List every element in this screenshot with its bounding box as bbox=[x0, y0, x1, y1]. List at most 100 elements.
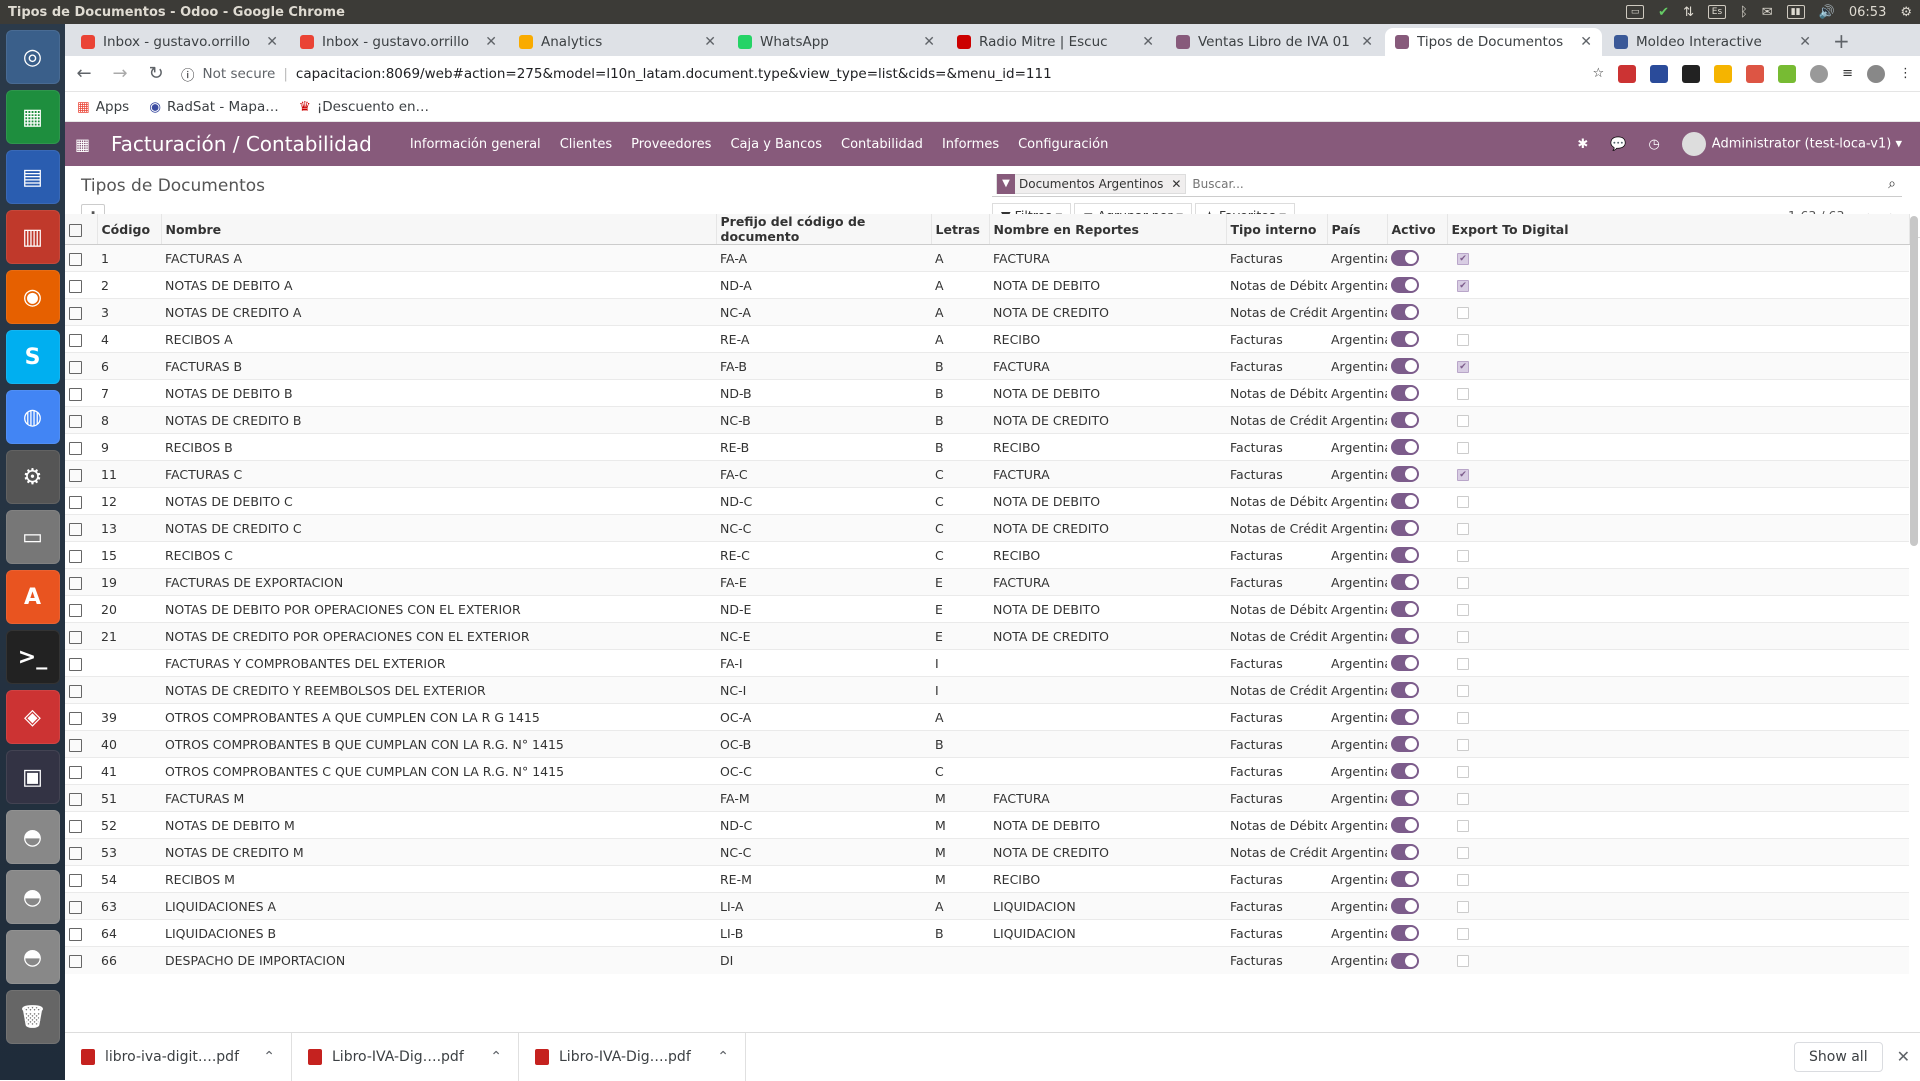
column-header[interactable]: País bbox=[1327, 214, 1388, 245]
menu-item-caja-y-bancos[interactable]: Caja y Bancos bbox=[730, 137, 822, 152]
active-toggle[interactable] bbox=[1391, 628, 1419, 645]
active-toggle[interactable] bbox=[1391, 763, 1419, 780]
row-checkbox[interactable] bbox=[69, 711, 82, 725]
row-select-cell[interactable] bbox=[65, 784, 97, 812]
table-row[interactable]: 39 OTROS COMPROBANTES A QUE CUMPLEN CON L… bbox=[65, 703, 1909, 731]
download-item[interactable]: Libro-IVA-Dig….pdf ⌃ bbox=[292, 1032, 519, 1081]
row-checkbox[interactable] bbox=[69, 873, 82, 887]
row-checkbox[interactable] bbox=[69, 954, 82, 968]
tab-close-icon[interactable]: ✕ bbox=[923, 34, 935, 50]
table-row[interactable]: 6 FACTURAS B FA-B B FACTURA Facturas Argentina… bbox=[65, 352, 1909, 380]
profile-avatar[interactable] bbox=[1867, 64, 1885, 83]
launcher-disk-icon[interactable]: ◓ bbox=[5, 870, 60, 924]
table-row[interactable]: 9 RECIBOS B RE-B B RECIBO Facturas Argentina bbox=[65, 433, 1909, 461]
table-row[interactable]: 3 NOTAS DE CREDITO A NC-A A NOTA DE CREDITO N… bbox=[65, 298, 1909, 326]
chevron-up-icon[interactable]: ⌃ bbox=[717, 1049, 729, 1065]
export-to-digital-checkbox[interactable] bbox=[1457, 712, 1469, 724]
select-all-checkbox-cell[interactable] bbox=[65, 214, 98, 245]
keyboard-layout-indicator[interactable]: Es bbox=[1707, 5, 1726, 19]
export-to-digital-checkbox[interactable] bbox=[1457, 550, 1469, 562]
table-row[interactable]: 21 NOTAS DE CREDITO POR OPERACIONES CON E… bbox=[65, 622, 1909, 650]
active-toggle[interactable] bbox=[1391, 574, 1419, 591]
launcher-chrome-icon[interactable]: ◍ bbox=[5, 390, 60, 444]
extension-icon[interactable] bbox=[1778, 64, 1797, 83]
tab-close-icon[interactable]: ✕ bbox=[266, 34, 278, 50]
export-to-digital-checkbox[interactable] bbox=[1457, 415, 1469, 427]
row-checkbox[interactable] bbox=[69, 927, 82, 941]
browser-tab[interactable]: Moldeo Interactive ✕ bbox=[1604, 28, 1821, 56]
launcher-dash-icon[interactable]: ◎ bbox=[5, 30, 60, 84]
launcher-trash-icon[interactable]: 🗑 bbox=[5, 990, 60, 1044]
export-to-digital-checkbox[interactable] bbox=[1457, 928, 1469, 940]
table-row[interactable]: 8 NOTAS DE CREDITO B NC-B B NOTA DE CREDITO N… bbox=[65, 406, 1909, 434]
info-icon[interactable]: ⓘ bbox=[181, 64, 195, 84]
active-toggle[interactable] bbox=[1391, 331, 1419, 348]
active-toggle[interactable] bbox=[1391, 871, 1419, 888]
menu-item-configuracion[interactable]: Configuración bbox=[1018, 137, 1108, 152]
row-select-cell[interactable] bbox=[65, 433, 97, 461]
app-brand[interactable]: Facturación / Contabilidad bbox=[111, 132, 372, 156]
reload-icon[interactable]: ↻ bbox=[145, 63, 167, 84]
active-toggle[interactable] bbox=[1391, 520, 1419, 537]
export-to-digital-checkbox[interactable] bbox=[1457, 658, 1469, 670]
table-row[interactable]: 15 RECIBOS C RE-C C RECIBO Facturas Argentina bbox=[65, 541, 1909, 569]
launcher-sheets-icon[interactable]: ▦ bbox=[5, 90, 60, 144]
column-header[interactable]: Prefijo del código de documento bbox=[716, 214, 932, 245]
row-checkbox[interactable] bbox=[69, 738, 82, 752]
row-checkbox[interactable] bbox=[69, 279, 82, 293]
back-icon[interactable]: ← bbox=[73, 63, 95, 84]
new-tab-button[interactable]: + bbox=[1823, 28, 1860, 56]
bluetooth-icon[interactable]: ᛒ bbox=[1740, 5, 1748, 20]
row-checkbox[interactable] bbox=[69, 252, 82, 266]
row-select-cell[interactable] bbox=[65, 271, 97, 299]
launcher-disk-icon[interactable]: ◓ bbox=[5, 930, 60, 984]
table-row[interactable]: 66 DESPACHO DE IMPORTACION DI Facturas Argen… bbox=[65, 946, 1909, 974]
activity-clock-icon[interactable]: ◷ bbox=[1648, 137, 1659, 152]
table-row[interactable]: 51 FACTURAS M FA-M M FACTURA Facturas Argentin… bbox=[65, 784, 1909, 812]
active-toggle[interactable] bbox=[1391, 682, 1419, 699]
export-to-digital-checkbox[interactable] bbox=[1457, 496, 1469, 508]
browser-tab[interactable]: Radio Mitre | Escuc ✕ bbox=[947, 28, 1164, 56]
column-header[interactable]: Letras bbox=[931, 214, 990, 245]
browser-tab[interactable]: Inbox - gustavo.orrillo ✕ bbox=[290, 28, 507, 56]
active-toggle[interactable] bbox=[1391, 952, 1419, 969]
row-select-cell[interactable] bbox=[65, 541, 97, 569]
export-to-digital-checkbox[interactable]: ✔ bbox=[1457, 280, 1469, 292]
extension-icon[interactable] bbox=[1650, 64, 1669, 83]
tab-close-icon[interactable]: ✕ bbox=[704, 34, 716, 50]
table-row[interactable]: 19 FACTURAS DE EXPORTACION FA-E E FACTURA Fac… bbox=[65, 568, 1909, 596]
export-to-digital-checkbox[interactable] bbox=[1457, 766, 1469, 778]
kebab-menu-icon[interactable]: ⋮ bbox=[1899, 66, 1912, 81]
bookmark-item[interactable]: ▦ Apps bbox=[77, 99, 129, 115]
active-toggle[interactable] bbox=[1391, 844, 1419, 861]
search-input[interactable] bbox=[1192, 176, 1883, 191]
bookmark-item[interactable]: ♛ ¡Descuento en… bbox=[299, 99, 429, 115]
extension-icon[interactable] bbox=[1746, 64, 1765, 83]
export-to-digital-checkbox[interactable] bbox=[1457, 604, 1469, 616]
column-header[interactable]: Export To Digital bbox=[1447, 214, 1910, 245]
launcher-writer-icon[interactable]: ▤ bbox=[5, 150, 60, 204]
row-checkbox[interactable] bbox=[69, 360, 82, 374]
volume-icon[interactable]: 🔊 bbox=[1819, 5, 1835, 20]
dropbox-icon[interactable]: ▭ bbox=[1626, 5, 1645, 19]
launcher-skype-icon[interactable]: S bbox=[5, 330, 60, 384]
chevron-up-icon[interactable]: ⌃ bbox=[263, 1049, 275, 1065]
bug-icon[interactable]: ✱ bbox=[1577, 137, 1588, 152]
active-toggle[interactable] bbox=[1391, 412, 1419, 429]
launcher-files-icon[interactable]: ▭ bbox=[5, 510, 60, 564]
browser-tab[interactable]: Ventas Libro de IVA 01 ✕ bbox=[1166, 28, 1383, 56]
active-toggle[interactable] bbox=[1391, 385, 1419, 402]
row-select-cell[interactable] bbox=[65, 244, 97, 272]
active-toggle[interactable] bbox=[1391, 817, 1419, 834]
active-toggle[interactable] bbox=[1391, 250, 1419, 267]
active-toggle[interactable] bbox=[1391, 736, 1419, 753]
launcher-software-icon[interactable]: A bbox=[5, 570, 60, 624]
extension-icon[interactable] bbox=[1682, 64, 1701, 83]
row-checkbox[interactable] bbox=[69, 522, 82, 536]
row-checkbox[interactable] bbox=[69, 495, 82, 509]
row-checkbox[interactable] bbox=[69, 603, 82, 617]
media-icon[interactable]: ≡ bbox=[1842, 66, 1853, 81]
export-to-digital-checkbox[interactable] bbox=[1457, 874, 1469, 886]
export-to-digital-checkbox[interactable] bbox=[1457, 334, 1469, 346]
tab-close-icon[interactable]: ✕ bbox=[485, 34, 497, 50]
